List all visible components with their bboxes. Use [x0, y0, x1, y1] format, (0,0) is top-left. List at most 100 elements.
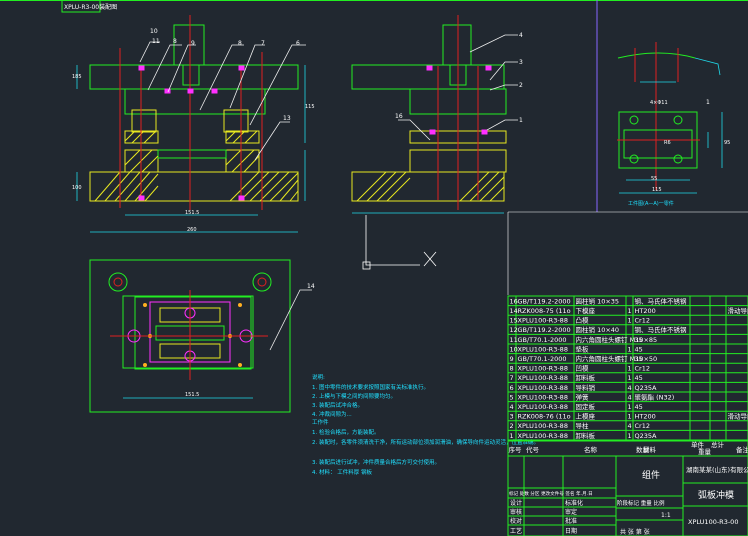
bom-row: 4 XPLU100-R3-88 固定板 1 45	[508, 402, 748, 412]
bom-row: 5 XPLU100-R3-88 弹簧 4 聚氨酯 (N32)	[508, 392, 748, 403]
svg-text:说明:: 说明:	[312, 373, 325, 381]
bom-cell-material: 35	[635, 336, 643, 344]
svg-text:16: 16	[395, 113, 403, 120]
svg-text:7: 7	[261, 40, 265, 47]
bill-of-materials: 16 GB/T119.2-2000 圆柱销 10×35 钢、马氏体不锈钢14 RZK00…	[507, 295, 748, 456]
bom-header-name: 名称	[584, 445, 598, 454]
bom-cell-code: XPLU100-R3-88	[518, 384, 568, 392]
bom-cell-code: XPLU100-R3-88	[518, 317, 568, 325]
svg-text:湖南某某(山东)有限公司: 湖南某某(山东)有限公司	[686, 465, 748, 474]
bom-cell-qty: 4	[628, 393, 632, 401]
bom-cell-name: 凹模	[576, 364, 590, 373]
bom-header-no: 序号	[509, 445, 523, 454]
svg-text:260: 260	[187, 227, 197, 233]
bom-cell-qty: 1	[628, 317, 632, 325]
bom-row: 6 XPLU100-R3-88 导料销 4 Q235A	[508, 383, 748, 393]
svg-text:XPLU100-R3-00: XPLU100-R3-00	[688, 518, 738, 526]
bom-cell-code: GB/T70.1-2000	[518, 355, 567, 363]
bom-cell-qty: 1	[628, 374, 632, 382]
svg-text:1:1: 1:1	[661, 512, 671, 519]
svg-text:2. 上模与下模之间的间隙要均匀。: 2. 上模与下模之间的间隙要均匀。	[312, 392, 396, 400]
bom-cell-material: Cr12	[635, 422, 650, 430]
bom-cell-code: XPLU100-R3-88	[518, 403, 568, 411]
svg-text:批准: 批准	[565, 517, 577, 525]
svg-text:100: 100	[72, 185, 82, 191]
bom-cell-code: XPLU100-R3-88	[518, 345, 568, 353]
bom-header-material: 材料	[643, 445, 657, 454]
svg-text:R6: R6	[664, 140, 671, 146]
bom-cell-material: 45	[635, 403, 643, 411]
bom-cell-material: HT200	[635, 307, 656, 315]
bom-cell-material: Q235A	[635, 432, 658, 440]
bom-cell-no: 5	[510, 393, 514, 401]
svg-text:8: 8	[238, 40, 242, 47]
svg-text:115: 115	[652, 187, 662, 193]
bom-row: 16 GB/T119.2-2000 圆柱销 10×35 钢、马氏体不锈钢	[508, 296, 748, 307]
bom-cell-material: 45	[635, 345, 643, 353]
bom-cell-name: 内六角圆柱头螺钉 M10×50	[576, 354, 658, 363]
svg-text:95: 95	[724, 140, 730, 146]
svg-text:工作件: 工作件	[312, 418, 329, 426]
part-view: 4×Φ11 R6 115 95 55 1 工件图(A—A)一零件	[617, 42, 730, 207]
bom-cell-name: 下模座	[576, 306, 596, 315]
bom-row: 3 RZK008-76 (11o 上模座 1HT200 滑动导向模架	[508, 412, 748, 422]
svg-text:共 张 第 张: 共 张 第 张	[620, 528, 650, 536]
svg-text:审定: 审定	[565, 508, 577, 516]
svg-text:3: 3	[519, 59, 523, 66]
bom-cell-material: 钢、马氏体不锈钢	[635, 296, 688, 305]
svg-text:14: 14	[307, 283, 315, 290]
svg-text:11: 11	[152, 38, 160, 45]
svg-text:8: 8	[173, 38, 177, 45]
bom-cell-material: Cr12	[635, 317, 650, 325]
bom-cell-material: 聚氨酯 (N32)	[635, 392, 675, 401]
svg-text:4×Φ11: 4×Φ11	[650, 100, 668, 106]
bom-row: 7 XPLU100-R3-88 卸料板 1 45	[508, 373, 748, 383]
svg-text:1. 检验合格后，方能装配。: 1. 检验合格后，方能装配。	[312, 428, 380, 436]
bom-cell-qty: 1	[628, 345, 632, 353]
bom-cell-qty: 1	[628, 403, 632, 411]
bom-cell-no: 6	[510, 384, 514, 392]
bom-cell-name: 弹簧	[576, 392, 590, 401]
svg-text:4. 冲裁间隙为...: 4. 冲裁间隙为...	[312, 410, 352, 418]
bom-row: 8 XPLU100-R3-88 凹模 1 Cr12	[508, 364, 748, 374]
bom-row: 12 GB/T119.2-2000 圆柱销 10×40 钢、马氏体不锈钢	[508, 325, 748, 335]
bom-row: 10 XPLU100-R3-88 垫板 1 45	[508, 344, 748, 355]
bom-row: 14RZK008-75 (11o下模座1HT200滑动导向模架	[508, 306, 748, 316]
svg-text:13: 13	[283, 115, 291, 122]
svg-text:标记 处数 分区 更改文件号 签名 年.月.日: 标记 处数 分区 更改文件号 签名 年.月.日	[509, 490, 593, 497]
svg-text:151.5: 151.5	[185, 210, 199, 216]
bom-cell-qty: 1	[628, 413, 632, 421]
bom-cell-code: XPLU100-R3-88	[518, 365, 568, 373]
bom-cell-remark: 滑动导向模架	[728, 306, 748, 315]
bom-cell-material: Cr12	[635, 365, 650, 373]
bom-cell-qty: 1	[628, 307, 632, 315]
bom-cell-no: 2	[510, 422, 514, 430]
bom-cell-qty: 4	[628, 384, 632, 392]
bom-cell-qty: 1	[628, 432, 632, 440]
bom-cell-qty: 4	[628, 422, 632, 430]
svg-text:组件: 组件	[642, 469, 660, 481]
svg-text:工艺: 工艺	[510, 527, 522, 535]
bom-header-weight: 重量	[698, 448, 712, 456]
bom-cell-remark: 滑动导向模架	[728, 412, 748, 421]
bom-row: 15 XPLU100-R3-88 凸模 1 Cr12	[508, 316, 748, 326]
svg-text:4. 材料： 工件料厚 钢板: 4. 材料： 工件料厚 钢板	[312, 468, 372, 476]
title-block: 组件 湖南某某(山东)有限公司 弧板冲模 XPLU100-R3-00 1:1 标…	[507, 440, 748, 536]
svg-text:10: 10	[150, 28, 158, 35]
svg-text:设计: 设计	[510, 499, 522, 507]
bom-row: 2 XPLU100-R3-88 导柱 4 Cr12	[508, 421, 748, 431]
bom-cell-material: 钢、马氏体不锈钢	[635, 325, 688, 334]
bom-cell-code: XPLU100-R3-88	[518, 422, 568, 430]
bom-cell-code: GB/T119.2-2000	[518, 326, 571, 334]
bom-cell-name: 凸模	[576, 316, 590, 325]
bom-cell-code: GB/T119.2-2000	[518, 297, 571, 305]
svg-text:1: 1	[706, 99, 710, 106]
svg-text:1. 图中零件的技术要求按照国家有关标准执行。: 1. 图中零件的技术要求按照国家有关标准执行。	[312, 383, 429, 391]
bom-cell-no: 8	[510, 365, 514, 373]
bom-cell-code: GB/T70.1-2000	[518, 336, 567, 344]
cad-drawing[interactable]: XPLU-R3-00装配图 10 11 8 9 8 7 6 13 185 115…	[0, 0, 748, 536]
svg-text:日期: 日期	[565, 527, 577, 535]
bom-row: 1 XPLU100-R3-88 卸料板 1 Q235A	[508, 431, 748, 441]
svg-text:185: 185	[72, 74, 82, 80]
svg-text:55: 55	[651, 176, 657, 182]
